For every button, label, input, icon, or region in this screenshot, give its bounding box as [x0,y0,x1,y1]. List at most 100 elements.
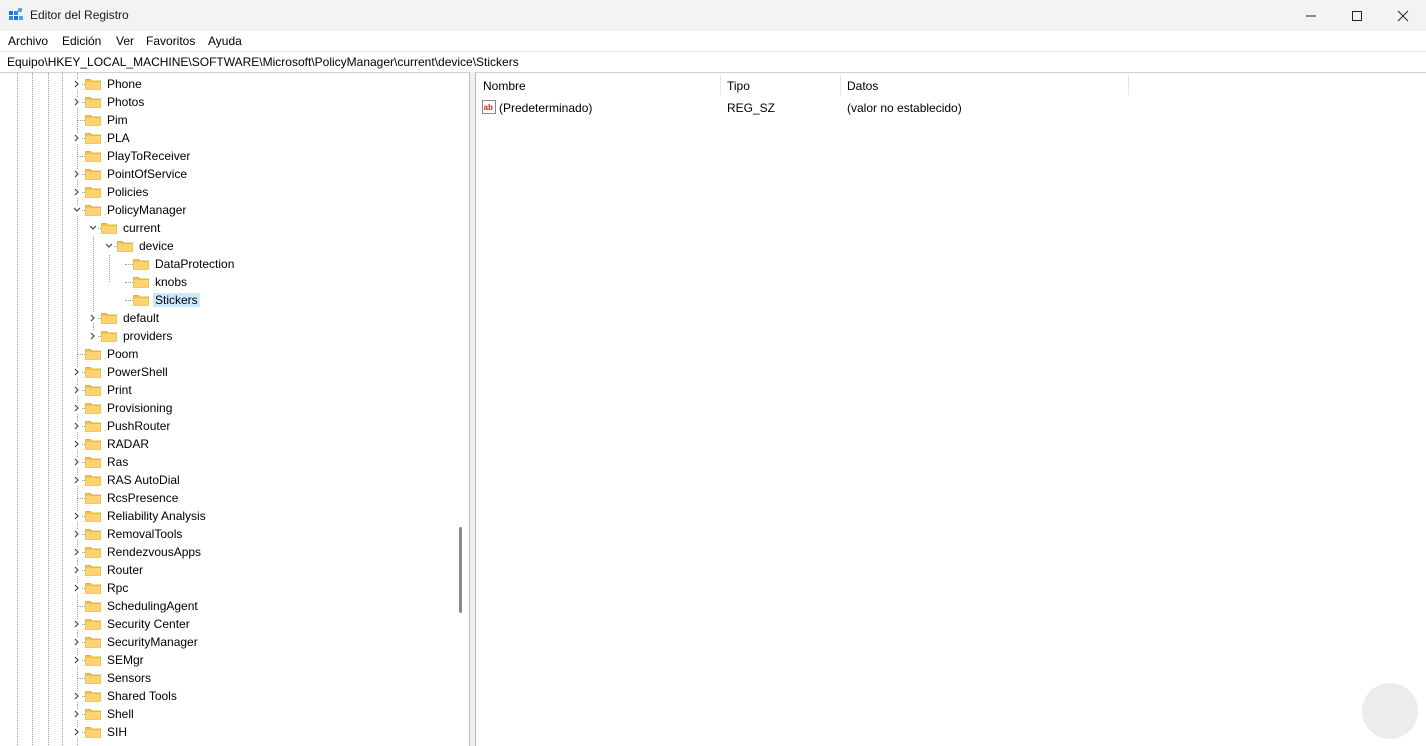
tree-item-playtoreceiver[interactable]: PlayToReceiver [0,147,460,165]
tree-item-stickers[interactable]: Stickers [0,291,460,309]
tree-item-powershell[interactable]: PowerShell [0,363,460,381]
tree-item-policymanager[interactable]: PolicyManager [0,201,460,219]
tree-item-pushrouter[interactable]: PushRouter [0,417,460,435]
tree-item-ras[interactable]: Ras [0,453,460,471]
chevron-right-icon[interactable] [88,313,98,323]
tree-item-pim[interactable]: Pim [0,111,460,129]
menu-edicion[interactable]: Edición [62,34,101,48]
chevron-right-icon[interactable] [72,727,82,737]
minimize-button[interactable] [1288,0,1334,31]
folder-icon [85,151,101,162]
column-header-datos[interactable]: Datos [840,73,1128,97]
menu-ayuda[interactable]: Ayuda [208,34,242,48]
chevron-right-icon[interactable] [72,709,82,719]
value-type: REG_SZ [727,101,776,115]
chevron-down-icon[interactable] [88,223,98,233]
tree-item-default[interactable]: default [0,309,460,327]
tree-item-ras-autodial[interactable]: RAS AutoDial [0,471,460,489]
tree-item-label: device [139,239,174,253]
tree-item-sih[interactable]: SIH [0,723,460,741]
folder-icon [85,349,101,360]
maximize-button[interactable] [1334,0,1380,31]
tree-item-securitymanager[interactable]: SecurityManager [0,633,460,651]
tree-item-label: Policies [107,185,149,199]
chevron-right-icon[interactable] [72,475,82,485]
tree-item-shell[interactable]: Shell [0,705,460,723]
menu-ver[interactable]: Ver [116,34,134,48]
chevron-down-icon[interactable] [72,205,82,215]
folder-icon [85,367,101,378]
chevron-right-icon[interactable] [72,583,82,593]
chevron-right-icon[interactable] [72,619,82,629]
chevron-right-icon[interactable] [72,97,82,107]
chevron-right-icon[interactable] [72,169,82,179]
chevron-right-icon[interactable] [72,367,82,377]
column-header-tipo[interactable]: Tipo [720,73,840,97]
menu-favoritos[interactable]: Favoritos [146,34,195,48]
folder-icon [85,475,101,486]
chevron-right-icon[interactable] [72,457,82,467]
tree-item-sensors[interactable]: Sensors [0,669,460,687]
chevron-right-icon[interactable] [72,565,82,575]
chevron-right-icon[interactable] [72,655,82,665]
tree-item-rendezvousapps[interactable]: RendezvousApps [0,543,460,561]
tree-item-rcspresence[interactable]: RcsPresence [0,489,460,507]
folder-open-icon [101,223,117,234]
tree-item-pointofservice[interactable]: PointOfService [0,165,460,183]
tree-item-providers[interactable]: providers [0,327,460,345]
chevron-right-icon[interactable] [72,511,82,521]
folder-open-icon [117,241,133,252]
tree-item-label: providers [123,329,173,343]
chevron-right-icon[interactable] [72,529,82,539]
values-list[interactable]: Nombre Tipo Datos ab (Predeterminado) RE… [475,72,1426,746]
tree-item-rpc[interactable]: Rpc [0,579,460,597]
tree-item-schedulingagent[interactable]: SchedulingAgent [0,597,460,615]
column-separator[interactable] [1128,75,1129,95]
registry-tree[interactable]: Phone Photos Pim PLA PlayToReceiver PointOfSe… [0,72,470,746]
tree-item-pla[interactable]: PLA [0,129,460,147]
address-bar[interactable]: Equipo\HKEY_LOCAL_MACHINE\SOFTWARE\Micro… [0,51,1426,71]
chevron-right-icon[interactable] [72,421,82,431]
tree-item-poom[interactable]: Poom [0,345,460,363]
tree-item-router[interactable]: Router [0,561,460,579]
tree-item-print[interactable]: Print [0,381,460,399]
chevron-right-icon[interactable] [72,691,82,701]
tree-item-shared-tools[interactable]: Shared Tools [0,687,460,705]
title-bar[interactable]: Editor del Registro [0,0,1426,31]
chevron-right-icon[interactable] [72,637,82,647]
address-path[interactable]: Equipo\HKEY_LOCAL_MACHINE\SOFTWARE\Micro… [7,55,519,69]
close-button[interactable] [1380,0,1426,31]
menu-archivo[interactable]: Archivo [8,34,48,48]
window-title: Editor del Registro [30,8,129,22]
tree-item-knobs[interactable]: knobs [0,273,460,291]
chevron-right-icon[interactable] [72,403,82,413]
tree-item-phone[interactable]: Phone [0,75,460,93]
tree-item-label: Poom [107,347,139,361]
chevron-right-icon[interactable] [72,385,82,395]
column-header-nombre[interactable]: Nombre [476,73,720,97]
maximize-icon [1352,11,1362,21]
chevron-right-icon[interactable] [72,547,82,557]
folder-icon [133,277,149,288]
tree-item-security-center[interactable]: Security Center [0,615,460,633]
tree-item-label: PushRouter [107,419,171,433]
tree-item-reliability-analysis[interactable]: Reliability Analysis [0,507,460,525]
tree-item-current[interactable]: current [0,219,460,237]
chevron-right-icon[interactable] [88,331,98,341]
tree-item-dataprotection[interactable]: DataProtection [0,255,460,273]
tree-item-removaltools[interactable]: RemovalTools [0,525,460,543]
tree-item-label: Print [107,383,132,397]
chevron-right-icon[interactable] [72,133,82,143]
tree-item-provisioning[interactable]: Provisioning [0,399,460,417]
tree-item-semgr[interactable]: SEMgr [0,651,460,669]
tree-item-radar[interactable]: RADAR [0,435,460,453]
folder-icon [85,565,101,576]
chevron-right-icon[interactable] [72,187,82,197]
tree-item-policies[interactable]: Policies [0,183,460,201]
chevron-right-icon[interactable] [72,79,82,89]
tree-item-photos[interactable]: Photos [0,93,460,111]
chevron-right-icon[interactable] [72,439,82,449]
chevron-down-icon[interactable] [104,241,114,251]
tree-item-label: RemovalTools [107,527,183,541]
tree-item-device[interactable]: device [0,237,460,255]
